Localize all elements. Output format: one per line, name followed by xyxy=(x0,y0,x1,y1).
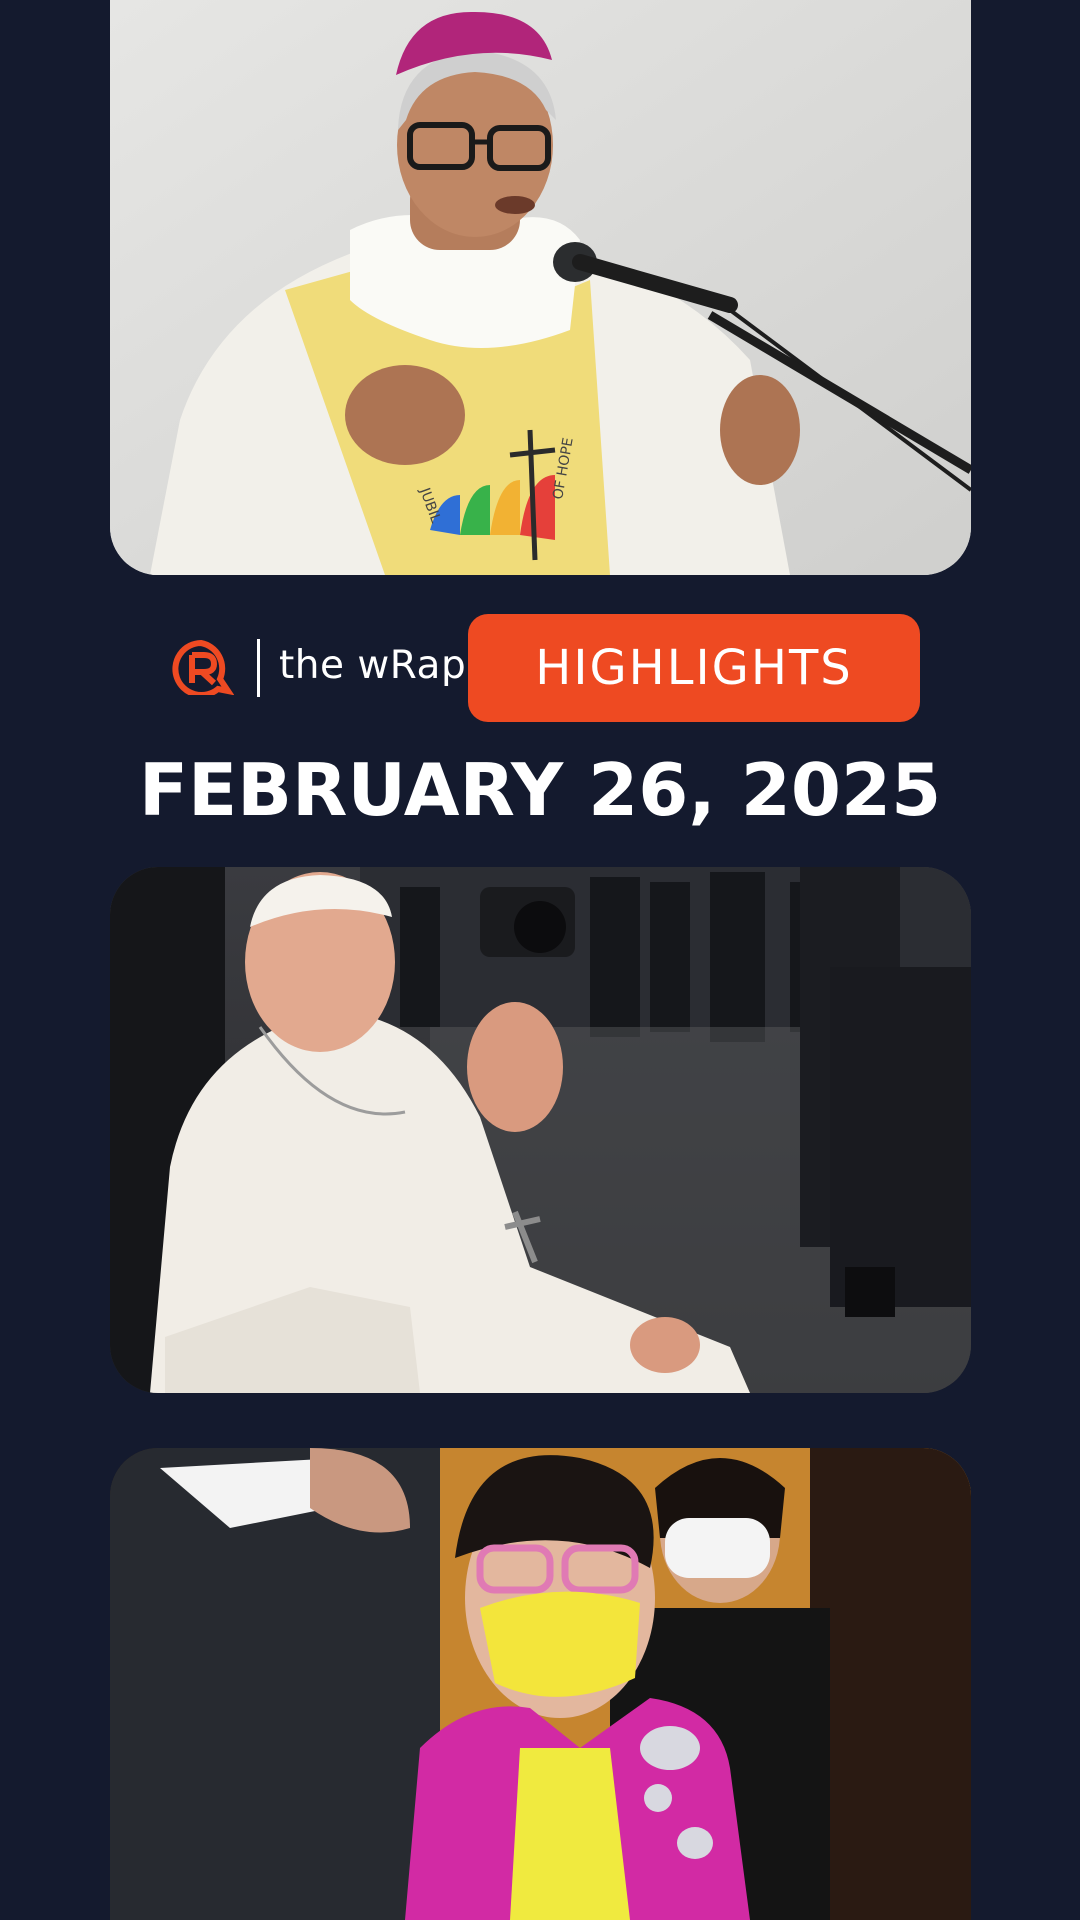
woman-yellow-mask-photo[interactable] xyxy=(110,1448,971,1920)
pope-waving-photo[interactable] xyxy=(110,867,971,1393)
highlights-button[interactable]: HIGHLIGHTS xyxy=(468,614,920,722)
bishop-speaking-photo[interactable]: JUBIL OF HOPE xyxy=(110,0,971,575)
brand-divider xyxy=(257,639,260,697)
pope-waving-image xyxy=(110,867,971,1393)
bishop-speaking-image: JUBIL OF HOPE xyxy=(110,0,971,575)
the-wrap-label: the wRap xyxy=(279,643,467,688)
date-title: FEBRUARY 26, 2025 xyxy=(138,748,942,832)
brand-row: the wRap HIGHLIGHTS xyxy=(168,613,920,722)
woman-yellow-mask-image xyxy=(110,1448,971,1920)
story-page: JUBIL OF HOPE the wRap HIGHLIGHTS FEBRUA… xyxy=(0,0,1080,1920)
yellow-mask-icon xyxy=(480,1591,640,1697)
white-mask-icon xyxy=(665,1518,770,1578)
rappler-logo-icon[interactable] xyxy=(168,639,234,695)
